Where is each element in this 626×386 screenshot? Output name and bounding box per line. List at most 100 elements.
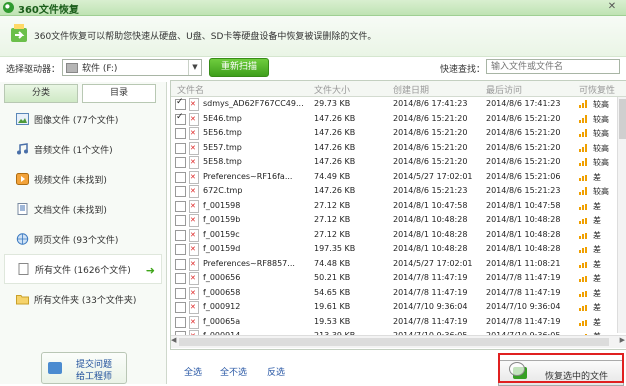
cell-accessed: 2014/8/1 11:08:21: [486, 258, 561, 268]
column-created[interactable]: 创建日期: [393, 83, 429, 96]
deleted-file-icon: [189, 315, 199, 329]
row-checkbox[interactable]: [175, 229, 186, 241]
table-row[interactable]: 5E46.tmp 147.26 KB 2014/8/6 15:21:20 2014/8…: [171, 112, 626, 127]
web-icon: [16, 233, 29, 245]
row-checkbox[interactable]: [175, 215, 186, 226]
chat-icon: [48, 362, 62, 374]
signal-icon: [579, 318, 589, 326]
cell-recoverability: 差: [593, 172, 601, 182]
table-header: 文件名 文件大小 创建日期 最后访问 可恢复性: [171, 81, 626, 97]
sidebar-item-folders[interactable]: 所有文件夹 (33个文件夹): [4, 284, 162, 314]
table-row[interactable]: f_00159b 27.12 KB 2014/8/1 10:48:28 2014/8/…: [171, 213, 626, 228]
row-checkbox[interactable]: [175, 157, 186, 168]
intro-banner: 360文件恢复可以帮助您快速从硬盘、U盘、SD卡等硬盘设备中恢复被误删除的文件。: [0, 16, 626, 57]
table-row[interactable]: Preferences~RF16fa... 74.49 KB 2014/5/27 1…: [171, 170, 626, 185]
row-checkbox[interactable]: [175, 287, 186, 299]
cell-recoverability: 差: [593, 303, 601, 312]
invert-selection-link[interactable]: 反选: [267, 365, 285, 378]
table-row[interactable]: f_000656 50.21 KB 2014/7/8 11:47:19 2014/7/…: [171, 271, 626, 286]
table-row[interactable]: 672C.tmp 147.26 KB 2014/8/6 15:21:23 2014/8…: [171, 184, 626, 199]
sidebar-item-label: 图像文件 (77个文件): [34, 115, 119, 126]
table-row[interactable]: 5E58.tmp 147.26 KB 2014/8/6 15:21:20 2014/8…: [171, 155, 626, 170]
submit-issue-button[interactable]: 提交问题 给工程师: [41, 352, 127, 384]
signal-icon: [579, 173, 589, 181]
cell-size: 197.35 KB: [314, 244, 356, 253]
scroll-right-icon[interactable]: ▶: [620, 336, 625, 344]
search-input[interactable]: [486, 59, 620, 74]
tab-directory[interactable]: 目录: [82, 84, 156, 103]
cell-recoverability: 较高: [593, 143, 609, 153]
horizontal-scrollbar[interactable]: ◀ ▶: [171, 335, 626, 348]
row-checkbox[interactable]: [175, 128, 186, 139]
cell-name: 5E56.tmp: [203, 128, 242, 137]
drive-select[interactable]: 软件 (F:) ▼: [62, 59, 202, 76]
column-name[interactable]: 文件名: [177, 83, 204, 96]
row-checkbox[interactable]: [175, 112, 186, 125]
table-row[interactable]: 5E56.tmp 147.26 KB 2014/8/6 15:21:20 2014/8…: [171, 126, 626, 141]
sidebar-item-all-files[interactable]: 所有文件 (1626个文件) ➜: [4, 254, 162, 284]
row-checkbox[interactable]: [175, 97, 186, 110]
cell-recoverability: 差: [593, 317, 601, 327]
table-row[interactable]: f_00159c 27.12 KB 2014/8/1 10:48:28 2014/8/…: [171, 228, 626, 243]
cell-recoverability: 差: [593, 245, 601, 254]
cell-accessed: 2014/8/6 15:21:06: [486, 171, 561, 181]
row-checkbox[interactable]: [175, 200, 186, 212]
cell-created: 2014/8/1 10:48:28: [393, 229, 468, 239]
table-row[interactable]: Preferences~RF8857... 74.48 KB 2014/5/27 1…: [171, 257, 626, 272]
close-icon[interactable]: ✕: [602, 1, 622, 13]
vertical-scrollbar[interactable]: [617, 97, 626, 333]
row-checkbox[interactable]: [175, 273, 186, 284]
row-checkbox[interactable]: [175, 258, 186, 270]
select-all-link[interactable]: 全选: [184, 365, 202, 378]
table-row[interactable]: f_000658 54.65 KB 2014/7/8 11:47:19 2014/7/…: [171, 286, 626, 301]
column-accessed[interactable]: 最后访问: [486, 83, 522, 96]
deleted-file-icon: [189, 301, 199, 314]
cell-created: 2014/8/6 15:21:20: [393, 113, 468, 123]
intro-text: 360文件恢复可以帮助您快速从硬盘、U盘、SD卡等硬盘设备中恢复被误删除的文件。: [34, 32, 377, 42]
deleted-file-icon: [189, 286, 199, 300]
cell-accessed: 2014/7/10 9:36:04: [486, 302, 561, 311]
cell-accessed: 2014/7/8 11:47:19: [486, 273, 561, 282]
scroll-left-icon[interactable]: ◀: [171, 336, 176, 344]
cell-recoverability: 较高: [593, 187, 609, 196]
cell-recoverability: 差: [593, 274, 601, 283]
column-recoverability[interactable]: 可恢复性: [579, 83, 615, 96]
select-none-link[interactable]: 全不选: [220, 365, 247, 378]
table-row[interactable]: f_001598 27.12 KB 2014/8/1 10:47:58 2014/8/…: [171, 199, 626, 214]
cell-recoverability: 较高: [593, 158, 609, 167]
table-row[interactable]: f_000912 19.61 KB 2014/7/10 9:36:04 2014/7/…: [171, 300, 626, 315]
cell-accessed: 2014/8/6 17:41:23: [486, 99, 561, 108]
row-checkbox[interactable]: [175, 171, 186, 183]
rescan-button[interactable]: 重新扫描: [209, 58, 269, 77]
scroll-thumb[interactable]: [179, 338, 609, 346]
sidebar-item-documents[interactable]: 文档文件 (未找到): [4, 194, 162, 224]
cell-name: f_00065a: [203, 316, 241, 326]
table-row[interactable]: f_00159d 197.35 KB 2014/8/1 10:48:28 2014/8…: [171, 242, 626, 257]
cell-name: f_00159b: [203, 215, 241, 224]
cell-recoverability: 差: [593, 201, 601, 211]
cell-accessed: 2014/8/6 15:21:20: [486, 113, 561, 123]
scroll-thumb[interactable]: [619, 99, 626, 139]
row-checkbox[interactable]: [175, 186, 186, 197]
sidebar-item-label: 文档文件 (未找到): [34, 205, 107, 216]
row-checkbox[interactable]: [175, 302, 186, 313]
sidebar-item-audio[interactable]: 音频文件 (1个文件): [4, 134, 162, 164]
sidebar-item-images[interactable]: 图像文件 (77个文件): [4, 104, 162, 134]
signal-icon: [579, 187, 589, 195]
recover-arrow-icon: [11, 24, 27, 42]
drive-icon: [66, 62, 78, 73]
row-checkbox[interactable]: [175, 142, 186, 154]
row-checkbox[interactable]: [175, 316, 186, 328]
signal-icon: [579, 216, 589, 224]
deleted-file-icon: [189, 127, 199, 140]
table-row[interactable]: sdmys_AD62F767CC49... 29.73 KB 2014/8/6 17…: [171, 97, 626, 112]
row-checkbox[interactable]: [175, 244, 186, 255]
sidebar-item-web[interactable]: 网页文件 (93个文件): [4, 224, 162, 254]
deleted-file-icon: [189, 185, 199, 198]
table-row[interactable]: 5E57.tmp 147.26 KB 2014/8/6 15:21:20 2014/8…: [171, 141, 626, 156]
sidebar-item-video[interactable]: 视频文件 (未找到): [4, 164, 162, 194]
table-row[interactable]: f_00065a 19.53 KB 2014/7/8 11:47:19 2014/7/…: [171, 315, 626, 330]
chevron-down-icon[interactable]: ▼: [188, 60, 201, 75]
column-size[interactable]: 文件大小: [314, 83, 350, 96]
tab-category[interactable]: 分类: [4, 84, 78, 103]
